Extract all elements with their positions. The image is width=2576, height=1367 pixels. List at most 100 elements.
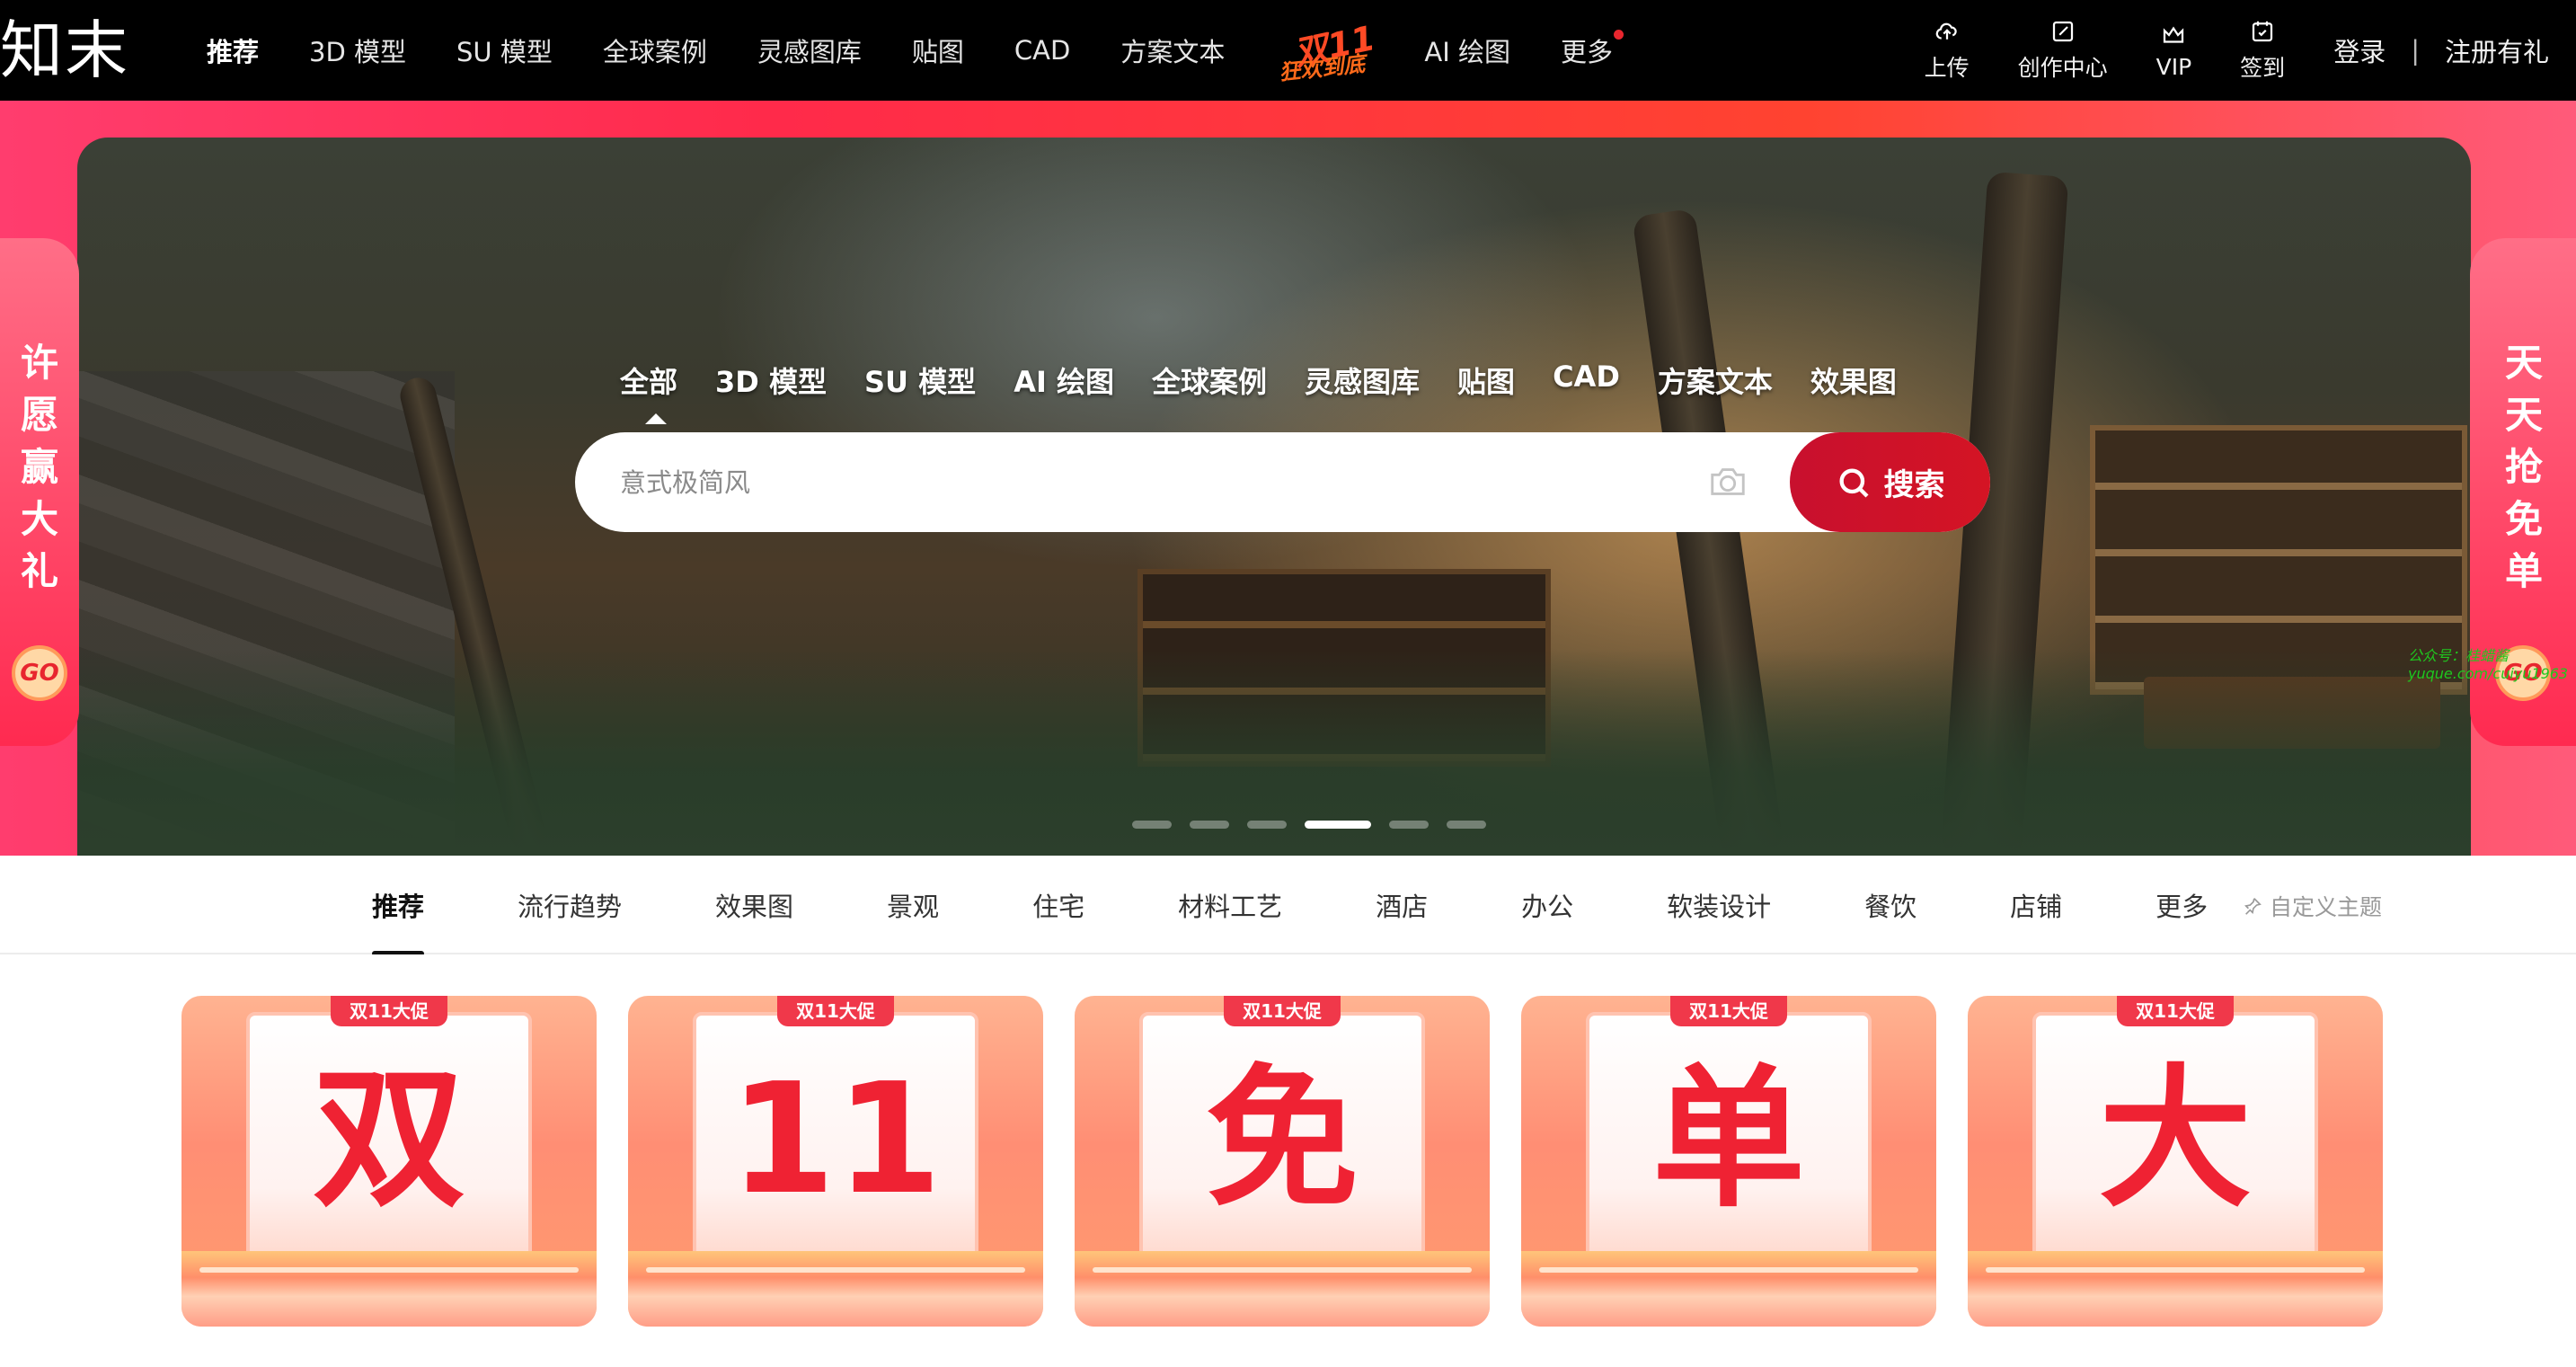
watermark-line-2: yuque.com/cuiyu1963 [2408, 665, 2569, 682]
tab-residential[interactable]: 住宅 [1032, 886, 1084, 924]
tab-trends[interactable]: 流行趋势 [518, 886, 622, 924]
card-tag: 双11大促 [331, 996, 447, 1026]
card-character: 单 [1651, 1051, 1805, 1229]
tab-stores[interactable]: 店铺 [2010, 886, 2062, 924]
main-nav: 推荐 3D 模型 SU 模型 全球案例 灵感图库 贴图 CAD 方案文本 双11… [207, 0, 1663, 101]
tab-landscape[interactable]: 景观 [887, 886, 939, 924]
carousel-indicators [1132, 821, 1504, 829]
tab-recommend[interactable]: 推荐 [372, 886, 425, 956]
nav-item-ai-drawing[interactable]: AI 绘图 [1424, 31, 1510, 69]
card-tag: 双11大促 [2117, 996, 2234, 1026]
free-order-text: 天天抢免单 [2504, 341, 2543, 593]
upload-label: 上传 [1924, 55, 1970, 81]
carousel-dot[interactable] [1389, 821, 1429, 829]
top-navigation: 知末 推荐 3D 模型 SU 模型 全球案例 灵感图库 贴图 CAD 方案文本 … [0, 0, 2576, 101]
card-tag: 双11大促 [777, 996, 894, 1026]
vip-label: VIP [2156, 53, 2192, 80]
nav-item-inspiration-gallery[interactable]: 灵感图库 [757, 31, 862, 69]
search-cat-global-cases[interactable]: 全球案例 [1152, 360, 1267, 401]
card-tag: 双11大促 [1224, 996, 1341, 1026]
camera-icon[interactable] [1707, 461, 1748, 502]
search-input[interactable] [620, 432, 1788, 532]
pin-icon [2244, 898, 2262, 915]
checkin-button[interactable]: 签到 [2240, 18, 2285, 83]
search-cat-3d-model[interactable]: 3D 模型 [715, 360, 827, 401]
search-box [575, 432, 1990, 532]
custom-theme-label: 自定义主题 [2270, 894, 2383, 920]
card-stage [628, 1251, 1043, 1327]
category-bar: 推荐 流行趋势 效果图 景观 住宅 材料工艺 酒店 办公 软装设计 餐饮 店铺 … [0, 856, 2576, 956]
search-category-tabs: 全部 3D 模型 SU 模型 AI 绘图 全球案例 灵感图库 贴图 CAD 方案… [620, 360, 1934, 424]
upload-button[interactable]: 上传 [1925, 18, 1970, 83]
carousel-dot[interactable] [1132, 821, 1172, 829]
watermark: 公众号：桂蜡酱 yuque.com/cuiyu1963 [2408, 647, 2568, 683]
nav-item-more[interactable]: 更多 [1560, 30, 1624, 69]
register-link[interactable]: 注册有礼 [2445, 31, 2549, 69]
card-tag: 双11大促 [1670, 996, 1787, 1026]
auth-separator: | [2411, 35, 2420, 66]
card-stage [1968, 1251, 2383, 1327]
category-tabs: 推荐 流行趋势 效果图 景观 住宅 材料工艺 酒店 办公 软装设计 餐饮 店铺 … [372, 856, 2301, 956]
site-logo[interactable]: 知末 [0, 13, 129, 88]
vip-button[interactable]: VIP [2156, 22, 2192, 80]
search-cat-inspiration[interactable]: 灵感图库 [1305, 360, 1420, 401]
nav-item-scheme-text[interactable]: 方案文本 [1120, 31, 1225, 69]
search-cat-ai-drawing[interactable]: AI 绘图 [1014, 360, 1114, 401]
card-character: 大 [2098, 1051, 2252, 1229]
promo-card[interactable]: 双11大促 单 [1521, 996, 1936, 1327]
search-cat-su-model[interactable]: SU 模型 [864, 360, 976, 401]
notification-dot [1614, 30, 1624, 40]
upload-cloud-icon [1935, 22, 1957, 40]
wish-prize-banner[interactable]: 许愿赢大礼 GO [0, 238, 79, 746]
tab-renderings[interactable]: 效果图 [715, 886, 793, 924]
creator-center-button[interactable]: 创作中心 [2018, 18, 2108, 83]
nav-item-3d-model[interactable]: 3D 模型 [309, 31, 406, 69]
card-character: 双 [312, 1051, 465, 1229]
nav-item-textures[interactable]: 贴图 [912, 31, 964, 69]
search-cat-cad[interactable]: CAD [1553, 360, 1620, 401]
tab-materials[interactable]: 材料工艺 [1178, 886, 1282, 924]
watermark-line-1: 公众号：桂蜡酱 [2408, 647, 2510, 664]
checkin-label: 签到 [2240, 55, 2286, 81]
search-cat-all[interactable]: 全部 [620, 360, 677, 424]
carousel-dot[interactable] [1305, 821, 1371, 829]
custom-theme-button[interactable]: 自定义主题 [2243, 890, 2382, 922]
search-cat-scheme-text[interactable]: 方案文本 [1658, 360, 1773, 401]
card-stage [1075, 1251, 1490, 1327]
tab-soft-furnishing[interactable]: 软装设计 [1667, 886, 1771, 924]
promo-card[interactable]: 双11大促 11 [628, 996, 1043, 1327]
nav-promo-double11[interactable]: 双11 狂欢到底 [1275, 18, 1378, 85]
search-button[interactable]: 搜索 [1790, 432, 1990, 532]
search-cat-renderings[interactable]: 效果图 [1810, 360, 1897, 401]
nav-item-su-model[interactable]: SU 模型 [456, 31, 553, 69]
search-icon [1839, 468, 1869, 498]
card-stage [181, 1251, 597, 1327]
tab-more[interactable]: 更多 [2156, 886, 2208, 924]
promo-card[interactable]: 双11大促 免 [1075, 996, 1490, 1327]
carousel-dot[interactable] [1447, 821, 1486, 829]
wish-prize-text: 许愿赢大礼 [20, 341, 58, 593]
promo-card[interactable]: 双11大促 大 [1968, 996, 2383, 1327]
promo-cards: 双11大促 双 双11大促 11 双11大促 免 双11大促 单 双11大促 大 [181, 996, 2414, 1327]
nav-item-global-cases[interactable]: 全球案例 [603, 31, 707, 69]
search-button-label: 搜索 [1883, 467, 1945, 503]
creator-center-label: 创作中心 [2017, 55, 2108, 81]
carousel-dot[interactable] [1247, 821, 1287, 829]
nav-right-tools: 上传 创作中心 VIP 签到 登录 | 注册有礼 [1925, 0, 2576, 101]
carousel-dot[interactable] [1190, 821, 1229, 829]
nav-item-more-label: 更多 [1560, 37, 1613, 67]
card-character: 11 [729, 1051, 943, 1229]
content-area: 双11大促 双 双11大促 11 双11大促 免 双11大促 单 双11大促 大 [0, 954, 2576, 1367]
promo-card[interactable]: 双11大促 双 [181, 996, 597, 1327]
nav-item-recommend[interactable]: 推荐 [207, 31, 259, 69]
wish-go-button[interactable]: GO [12, 645, 67, 701]
tab-catering[interactable]: 餐饮 [1864, 886, 1917, 924]
card-stage [1521, 1251, 1936, 1327]
tab-hotel[interactable]: 酒店 [1376, 886, 1428, 924]
search-cat-textures[interactable]: 贴图 [1457, 360, 1515, 401]
tab-office[interactable]: 办公 [1521, 886, 1573, 924]
promo-line-2: 狂欢到底 [1278, 51, 1367, 85]
login-link[interactable]: 登录 [2333, 31, 2386, 69]
nav-item-cad[interactable]: CAD [1014, 35, 1070, 66]
card-character: 免 [1205, 1051, 1359, 1229]
